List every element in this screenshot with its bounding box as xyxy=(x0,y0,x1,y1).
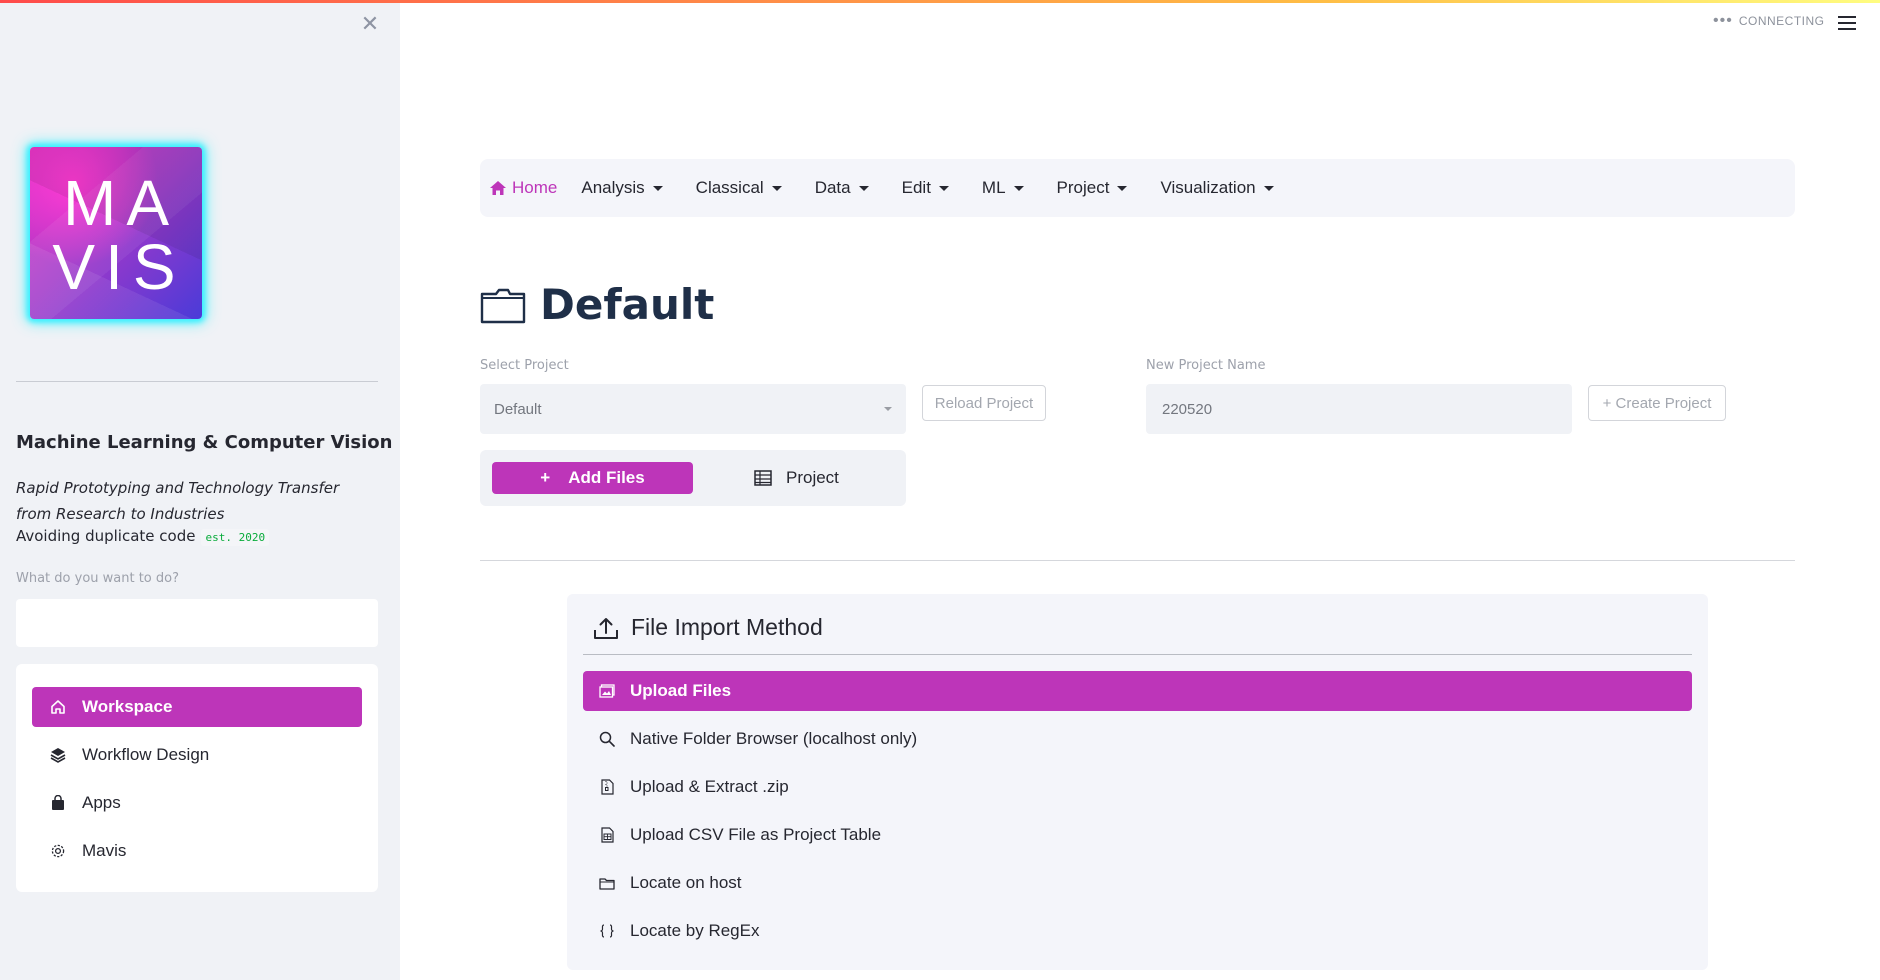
caret-down-icon xyxy=(1013,185,1024,191)
connection-status: ••• CONNECTING xyxy=(1713,12,1825,29)
nav-data[interactable]: Data xyxy=(815,178,869,198)
import-method-list: Upload Files Native Folder Browser (loca… xyxy=(583,671,1692,959)
sidebar-title: Machine Learning & Computer Vision xyxy=(16,432,393,453)
status-text: CONNECTING xyxy=(1738,14,1825,28)
import-option-locate-by-regex[interactable]: Locate by RegEx xyxy=(583,911,1692,951)
project-tab[interactable]: Project xyxy=(754,462,839,494)
folder-icon xyxy=(598,874,616,892)
import-option-label: Upload Files xyxy=(630,681,732,700)
import-panel-divider xyxy=(583,654,1692,655)
search-icon xyxy=(598,730,616,748)
sidebar-item-label: Workflow Design xyxy=(82,745,210,764)
home-icon xyxy=(48,697,68,717)
plus-icon: + xyxy=(540,468,551,487)
sidebar-tagline-row: Avoiding duplicate code est. 2020 xyxy=(16,527,270,546)
import-option-upload-csv[interactable]: Upload CSV File as Project Table xyxy=(583,815,1692,855)
nav-label: Edit xyxy=(901,178,931,197)
nav-project[interactable]: Project xyxy=(1057,178,1128,198)
nav-label: Classical xyxy=(695,178,764,197)
nav-label: Analysis xyxy=(581,178,645,197)
caret-down-icon xyxy=(652,185,663,191)
est-badge: est. 2020 xyxy=(201,529,270,546)
import-option-upload-files[interactable]: Upload Files xyxy=(583,671,1692,711)
caret-down-icon xyxy=(858,185,869,191)
caret-down-icon xyxy=(938,185,949,191)
reload-project-button[interactable]: Reload Project xyxy=(922,385,1046,421)
top-navbar: Home Analysis Classical Data Edit ML Pro… xyxy=(480,159,1795,217)
braces-icon xyxy=(598,922,616,940)
nav-home[interactable]: Home xyxy=(489,178,557,198)
caret-down-icon xyxy=(1263,185,1274,191)
nav-visualization[interactable]: Visualization xyxy=(1160,178,1274,198)
image-icon xyxy=(598,682,616,700)
import-option-locate-on-host[interactable]: Locate on host xyxy=(583,863,1692,903)
sidebar-item-label: Workspace xyxy=(82,697,173,716)
sidebar-item-label: Apps xyxy=(82,793,121,812)
mavis-logo: MA VIS xyxy=(30,147,202,319)
folder-icon xyxy=(480,288,526,323)
select-project-value: Default xyxy=(494,400,542,418)
new-project-name-input[interactable] xyxy=(1146,384,1572,434)
search-label: What do you want to do? xyxy=(16,571,180,586)
nav-classical[interactable]: Classical xyxy=(696,178,782,198)
project-tab-label: Project xyxy=(786,468,839,487)
nav-label: ML xyxy=(981,178,1006,197)
chevron-down-icon xyxy=(884,407,892,411)
nav-home-label: Home xyxy=(512,178,558,197)
nav-label: Project xyxy=(1056,178,1110,197)
import-option-label: Upload CSV File as Project Table xyxy=(630,825,882,844)
sidebar-item-mavis[interactable]: Mavis xyxy=(32,831,362,871)
select-project-dropdown[interactable]: Default xyxy=(480,384,906,434)
page-title: Default xyxy=(540,280,715,329)
caret-down-icon xyxy=(771,185,782,191)
logo-line-1: MA xyxy=(63,167,179,239)
import-option-label: Locate on host xyxy=(630,873,742,892)
nav-label: Visualization xyxy=(1160,178,1256,197)
upload-icon xyxy=(594,617,618,639)
close-sidebar-icon[interactable]: ✕ xyxy=(359,14,381,36)
add-files-label: Add Files xyxy=(568,468,645,487)
sidebar-description: Rapid Prototyping and Technology Transfe… xyxy=(16,479,340,523)
nav-edit[interactable]: Edit xyxy=(902,178,949,198)
sidebar-divider xyxy=(16,381,378,382)
layers-icon xyxy=(48,745,68,765)
files-tabbar: + Add Files Project xyxy=(480,450,906,506)
status-dots-icon: ••• xyxy=(1713,12,1733,29)
import-option-native-folder-browser[interactable]: Native Folder Browser (localhost only) xyxy=(583,719,1692,759)
create-project-button[interactable]: + Create Project xyxy=(1588,385,1726,421)
import-option-upload-zip[interactable]: Upload & Extract .zip xyxy=(583,767,1692,807)
sidebar-item-apps[interactable]: Apps xyxy=(32,783,362,823)
new-project-name-label: New Project Name xyxy=(1146,358,1266,373)
section-divider xyxy=(480,560,1795,561)
nav-ml[interactable]: ML xyxy=(982,178,1024,198)
import-panel-header: File Import Method xyxy=(593,614,823,641)
sidebar: ✕ MA VIS Machine Learning & Computer Vis… xyxy=(0,0,400,980)
import-option-label: Upload & Extract .zip xyxy=(630,777,789,796)
zip-file-icon xyxy=(598,778,616,796)
csv-file-icon xyxy=(598,826,616,844)
import-option-label: Locate by RegEx xyxy=(630,921,760,940)
import-panel-title: File Import Method xyxy=(631,614,823,640)
logo-line-2: VIS xyxy=(52,231,186,303)
bag-icon xyxy=(48,793,68,813)
page-title-row: Default xyxy=(480,280,714,329)
select-project-label: Select Project xyxy=(480,358,569,373)
nav-analysis[interactable]: Analysis xyxy=(581,178,663,198)
caret-down-icon xyxy=(1117,185,1128,191)
file-import-panel: File Import Method Upload Files Native F… xyxy=(567,594,1708,970)
table-icon xyxy=(754,470,772,486)
sidebar-tagline: Avoiding duplicate code xyxy=(16,527,196,545)
add-files-tab[interactable]: + Add Files xyxy=(492,462,693,494)
sidebar-item-label: Mavis xyxy=(82,841,127,860)
import-option-label: Native Folder Browser (localhost only) xyxy=(630,729,918,748)
nav-label: Data xyxy=(814,178,851,197)
gear-icon xyxy=(48,841,68,861)
top-progress-bar xyxy=(0,0,1880,3)
hamburger-menu-icon[interactable] xyxy=(1838,16,1856,32)
sidebar-menu: Workspace Workflow Design Apps Mavis xyxy=(16,664,378,892)
search-input[interactable] xyxy=(16,599,378,647)
home-icon xyxy=(490,181,506,195)
sidebar-item-workflow-design[interactable]: Workflow Design xyxy=(32,735,362,775)
sidebar-item-workspace[interactable]: Workspace xyxy=(32,687,362,727)
